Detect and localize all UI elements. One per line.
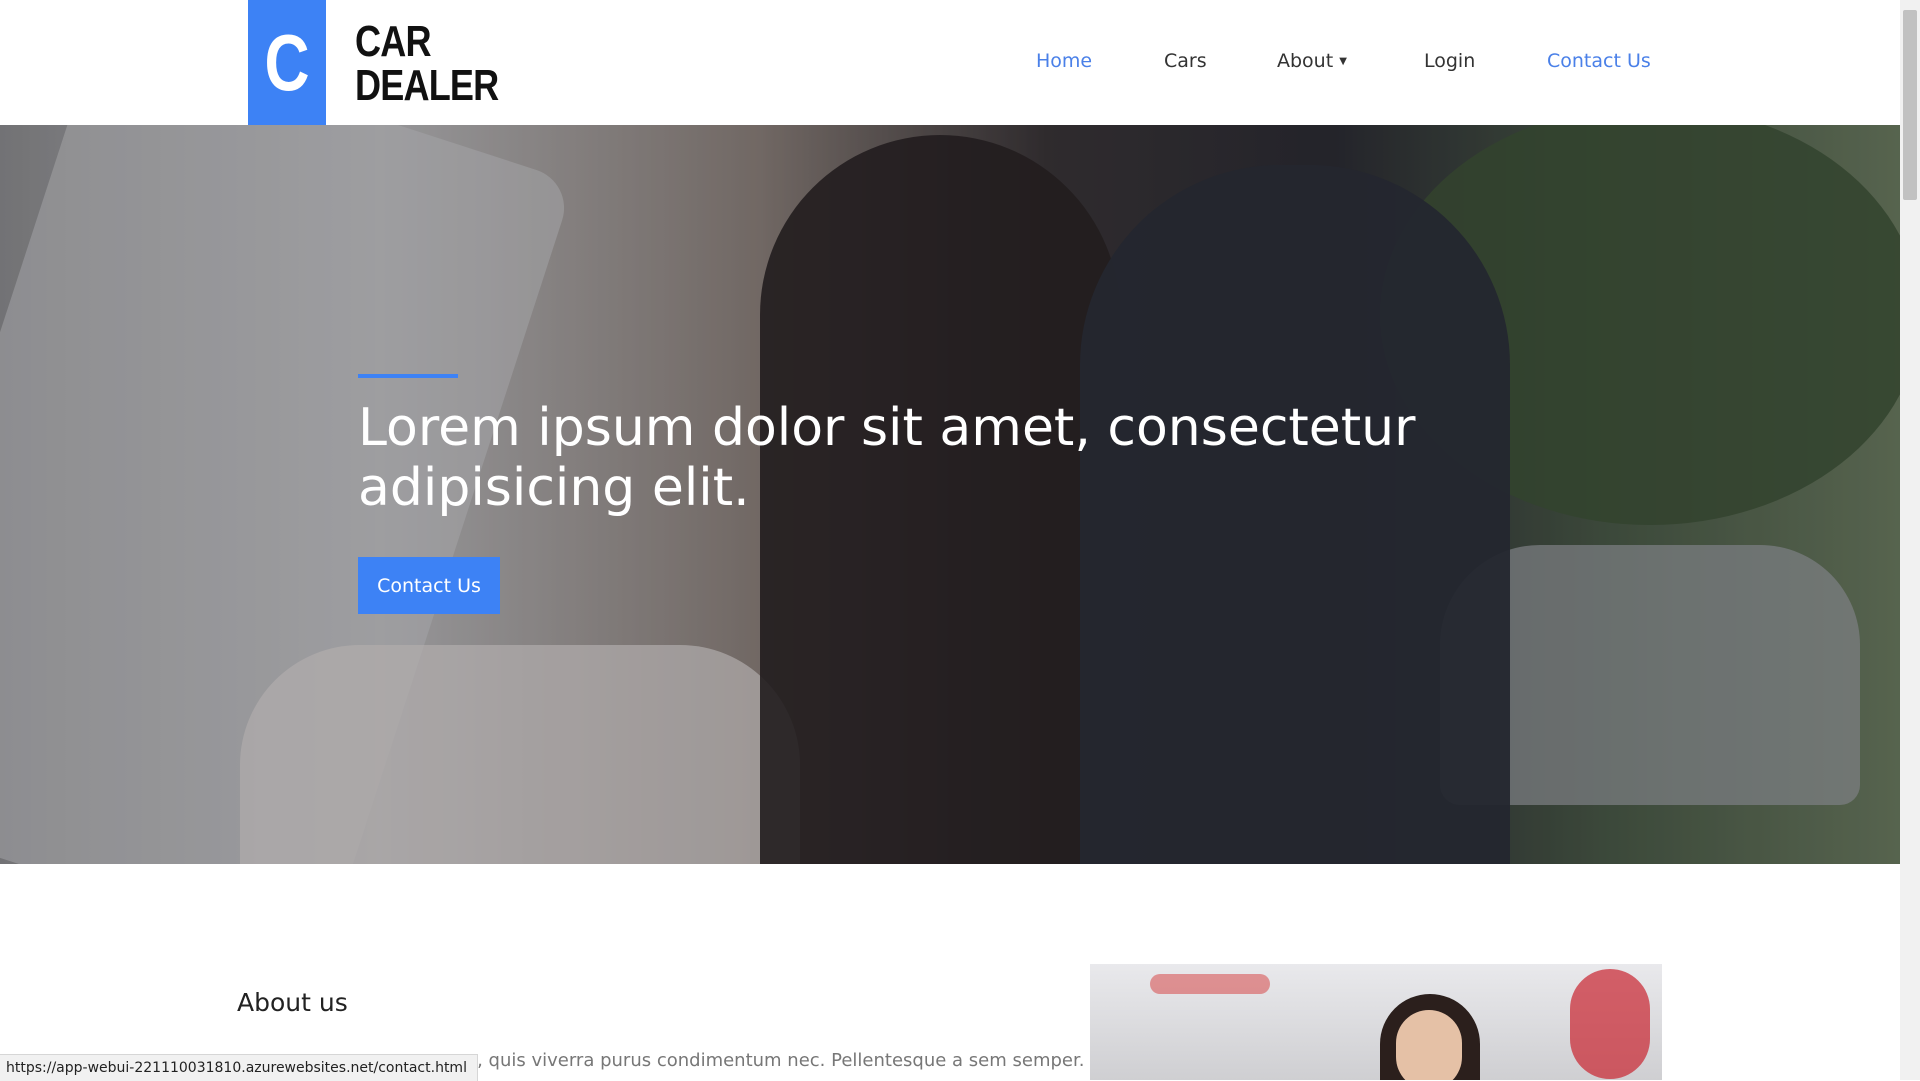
about-image xyxy=(1090,964,1662,1080)
logo-letter: C xyxy=(264,17,310,107)
hero-contact-button[interactable]: Contact Us xyxy=(358,557,500,614)
brand-name-line2: DEALER xyxy=(355,61,499,110)
about-image-person-face xyxy=(1396,1010,1462,1080)
brand-name[interactable]: CAR DEALER xyxy=(355,17,499,110)
nav-login[interactable]: Login xyxy=(1424,50,1475,72)
brand-name-line1: CAR xyxy=(355,17,432,66)
about-text: eo, quis viverra purus condimentum nec. … xyxy=(455,1050,1085,1071)
about-image-balloons xyxy=(1570,969,1650,1079)
hero-title: Lorem ipsum dolor sit amet, consectetur … xyxy=(358,398,1416,518)
logo-icon[interactable]: C xyxy=(248,0,326,125)
scrollbar-thumb[interactable] xyxy=(1903,10,1917,200)
site-header: C CAR DEALER Home Cars About ▼ Login Cont… xyxy=(0,0,1900,125)
status-bar-url: https://app-webui-221110031810.azurewebs… xyxy=(0,1054,478,1081)
about-title: About us xyxy=(237,988,348,1017)
about-image-decoration xyxy=(1150,974,1270,994)
nav-about[interactable]: About ▼ xyxy=(1277,50,1347,72)
chevron-down-icon: ▼ xyxy=(1339,56,1347,67)
nav-home[interactable]: Home xyxy=(1036,50,1092,72)
nav-about-label: About xyxy=(1277,50,1334,72)
nav-cars[interactable]: Cars xyxy=(1164,50,1207,72)
hero-accent-line xyxy=(358,374,458,378)
nav-contact-us[interactable]: Contact Us xyxy=(1547,50,1651,72)
